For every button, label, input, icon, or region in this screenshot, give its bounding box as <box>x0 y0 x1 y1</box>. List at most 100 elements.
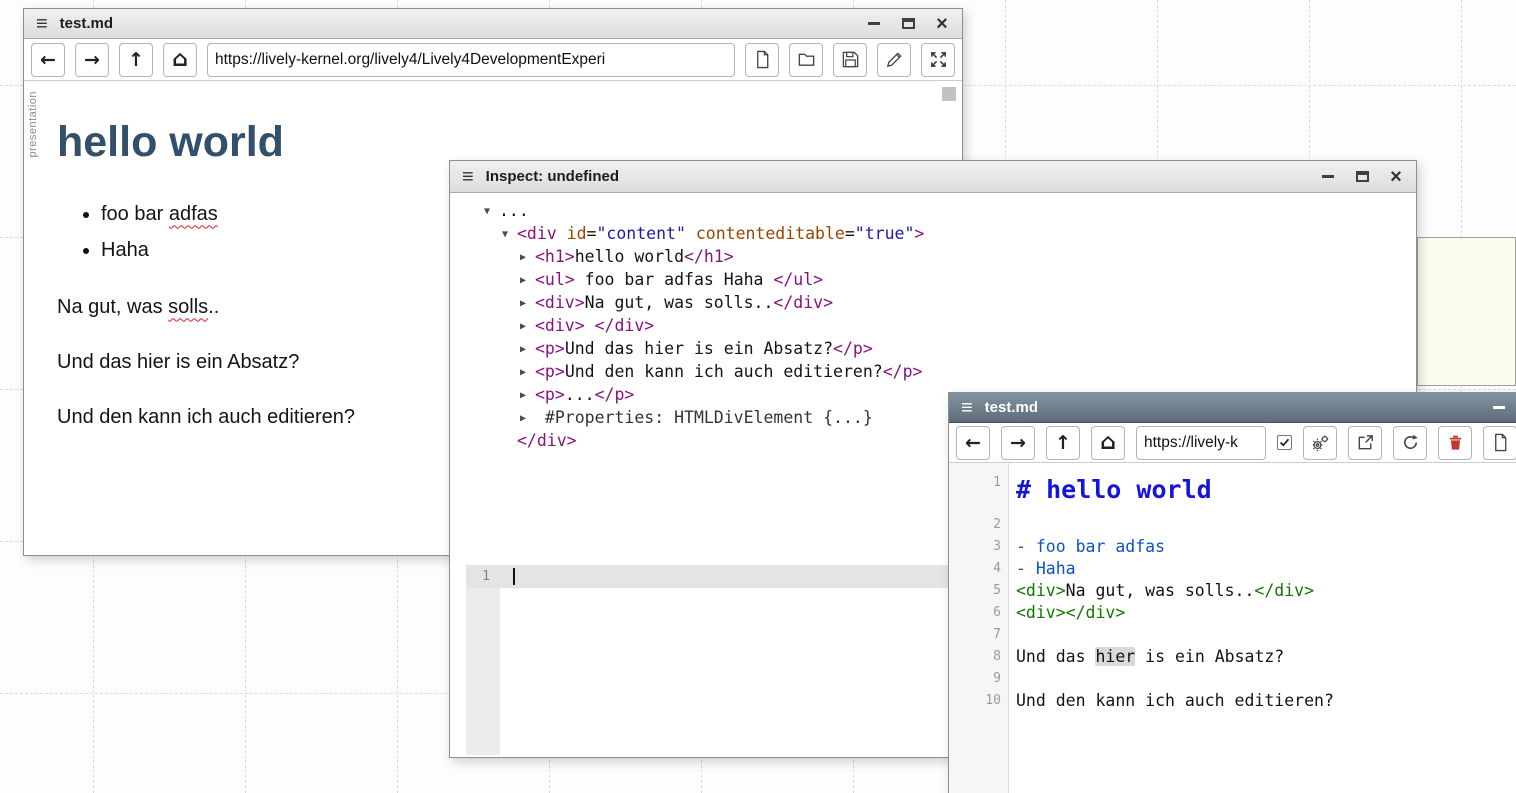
inspector-tree-line[interactable]: ▶<p>Und das hier is ein Absatz?</p> <box>450 338 1416 361</box>
disclosure-open-icon[interactable]: ▼ <box>502 224 517 246</box>
token <box>585 316 595 335</box>
close-button[interactable]: × <box>1388 169 1404 185</box>
minimize-icon <box>1493 406 1505 409</box>
code-line[interactable] <box>1009 624 1026 646</box>
gears-icon <box>1310 433 1330 453</box>
window-title: Inspect: undefined <box>486 168 619 185</box>
inspector-tree-line[interactable]: ▶<p>Und den kann ich auch editieren?</p> <box>450 361 1416 384</box>
minimize-button[interactable] <box>866 16 882 32</box>
save-button[interactable] <box>833 43 867 77</box>
back-button[interactable]: ← <box>31 43 65 77</box>
code-line[interactable]: <div>Na gut, was solls..</div> <box>1009 580 1314 602</box>
home-button[interactable]: ⌂ <box>163 43 197 77</box>
scrollbar-thumb[interactable] <box>942 87 956 101</box>
disclosure-closed-icon[interactable]: ▶ <box>520 339 535 361</box>
inspector-tree-line[interactable]: ▶<div> </div> <box>450 315 1416 338</box>
page-icon <box>1491 433 1510 452</box>
token: = <box>587 224 597 243</box>
url-input[interactable] <box>1136 426 1266 460</box>
open-folder-button[interactable] <box>789 43 823 77</box>
window-menu-icon[interactable]: ≡ <box>36 14 48 34</box>
md-heading[interactable]: hello world <box>57 119 922 165</box>
token: "true" <box>855 224 915 243</box>
token: <h1> <box>535 247 575 266</box>
minimize-button[interactable] <box>1320 169 1336 185</box>
disclosure-closed-icon[interactable]: ▶ <box>520 362 535 384</box>
disclosure-open-icon[interactable]: ▼ <box>484 201 499 223</box>
minimize-button[interactable] <box>1491 400 1507 416</box>
auto-save-checkbox[interactable] <box>1277 435 1292 450</box>
refresh-button[interactable] <box>1393 426 1427 460</box>
code-line[interactable] <box>1009 514 1026 536</box>
inspector-tree-line[interactable]: ▶<ul> foo bar adfas Haha </ul> <box>450 269 1416 292</box>
home-button[interactable]: ⌂ <box>1091 426 1125 460</box>
floppy-icon <box>841 50 860 69</box>
inspector-tree-line[interactable]: ▼... <box>450 200 1416 223</box>
line-number: 10 <box>949 690 1009 712</box>
minimize-icon <box>868 22 880 25</box>
token: <div> <box>535 293 585 312</box>
code-line[interactable] <box>1009 668 1026 690</box>
delete-button[interactable] <box>1438 426 1472 460</box>
up-button[interactable]: ↑ <box>119 43 153 77</box>
window-menu-icon[interactable]: ≡ <box>462 167 474 187</box>
url-input[interactable] <box>207 43 735 77</box>
active-line[interactable]: 1 <box>466 565 964 588</box>
inspector-tree-line[interactable]: ▼<div id="content" contenteditable="true… <box>450 223 1416 246</box>
edit-button[interactable] <box>877 43 911 77</box>
token: <p> <box>535 385 565 404</box>
token: solls <box>168 296 208 318</box>
code-row: 4- Haha <box>949 558 1516 580</box>
code-line[interactable]: <div></div> <box>1009 602 1125 624</box>
code-line[interactable]: Und das hier is ein Absatz? <box>1009 646 1284 668</box>
token: > <box>914 224 924 243</box>
inspector-code-pane[interactable]: 1 <box>466 565 964 755</box>
titlebar[interactable]: ≡ test.md × <box>949 393 1516 423</box>
disclosure-closed-icon[interactable]: ▶ <box>520 316 535 338</box>
disclosure-closed-icon[interactable]: ▶ <box>520 385 535 407</box>
token: #Properties: HTMLDivElement {...} <box>535 408 873 427</box>
maximize-button[interactable] <box>1354 169 1370 185</box>
background-window-fragment[interactable] <box>1417 237 1516 386</box>
titlebar[interactable]: ≡ test.md × <box>24 9 962 39</box>
disclosure-closed-icon[interactable]: ▶ <box>520 293 535 315</box>
up-button[interactable]: ↑ <box>1046 426 1080 460</box>
presentation-label: presentation <box>27 91 39 158</box>
forward-button[interactable]: → <box>75 43 109 77</box>
code-editor[interactable]: 1# hello world2 3- foo bar adfas4- Haha5… <box>949 463 1516 793</box>
maximize-button[interactable] <box>900 16 916 32</box>
line-number: 1 <box>949 470 1009 494</box>
token: </div> <box>773 293 833 312</box>
window-controls: × <box>1491 400 1516 416</box>
window-title: test.md <box>60 15 113 32</box>
disclosure-closed-icon[interactable]: ▶ <box>520 270 535 292</box>
line-number: 2 <box>949 514 1009 536</box>
token: # hello world <box>1016 475 1212 504</box>
code-line[interactable]: - foo bar adfas <box>1009 536 1165 558</box>
inspector-tree-line[interactable]: ▶<div>Na gut, was solls..</div> <box>450 292 1416 315</box>
page-icon <box>753 50 772 69</box>
disclosure-closed-icon[interactable]: ▶ <box>520 247 535 269</box>
forward-button[interactable]: → <box>1001 426 1035 460</box>
token: </div> <box>1254 581 1314 600</box>
code-line[interactable]: # hello world <box>1009 470 1212 514</box>
token: - Haha <box>1016 559 1076 578</box>
expand-button[interactable] <box>921 43 955 77</box>
code-line[interactable]: Und den kann ich auch editieren? <box>1009 690 1334 712</box>
inspector-tree-line[interactable]: ▶<h1>hello world</h1> <box>450 246 1416 269</box>
back-button[interactable]: ← <box>956 426 990 460</box>
code-row: 9 <box>949 668 1516 690</box>
disclosure-closed-icon[interactable]: ▶ <box>520 408 535 430</box>
open-external-button[interactable] <box>1348 426 1382 460</box>
new-file-button[interactable] <box>1483 426 1516 460</box>
code-line[interactable]: - Haha <box>1009 558 1076 580</box>
settings-button[interactable] <box>1303 426 1337 460</box>
token: is ein Absatz? <box>1135 647 1284 666</box>
titlebar[interactable]: ≡ Inspect: undefined × <box>450 161 1416 193</box>
window-menu-icon[interactable]: ≡ <box>961 398 973 418</box>
trash-icon <box>1446 433 1465 452</box>
new-file-button[interactable] <box>745 43 779 77</box>
token: Und das <box>1016 647 1095 666</box>
desktop-background: ≡ test.md × ← → ↑ ⌂ <box>0 0 1516 793</box>
close-button[interactable]: × <box>934 16 950 32</box>
